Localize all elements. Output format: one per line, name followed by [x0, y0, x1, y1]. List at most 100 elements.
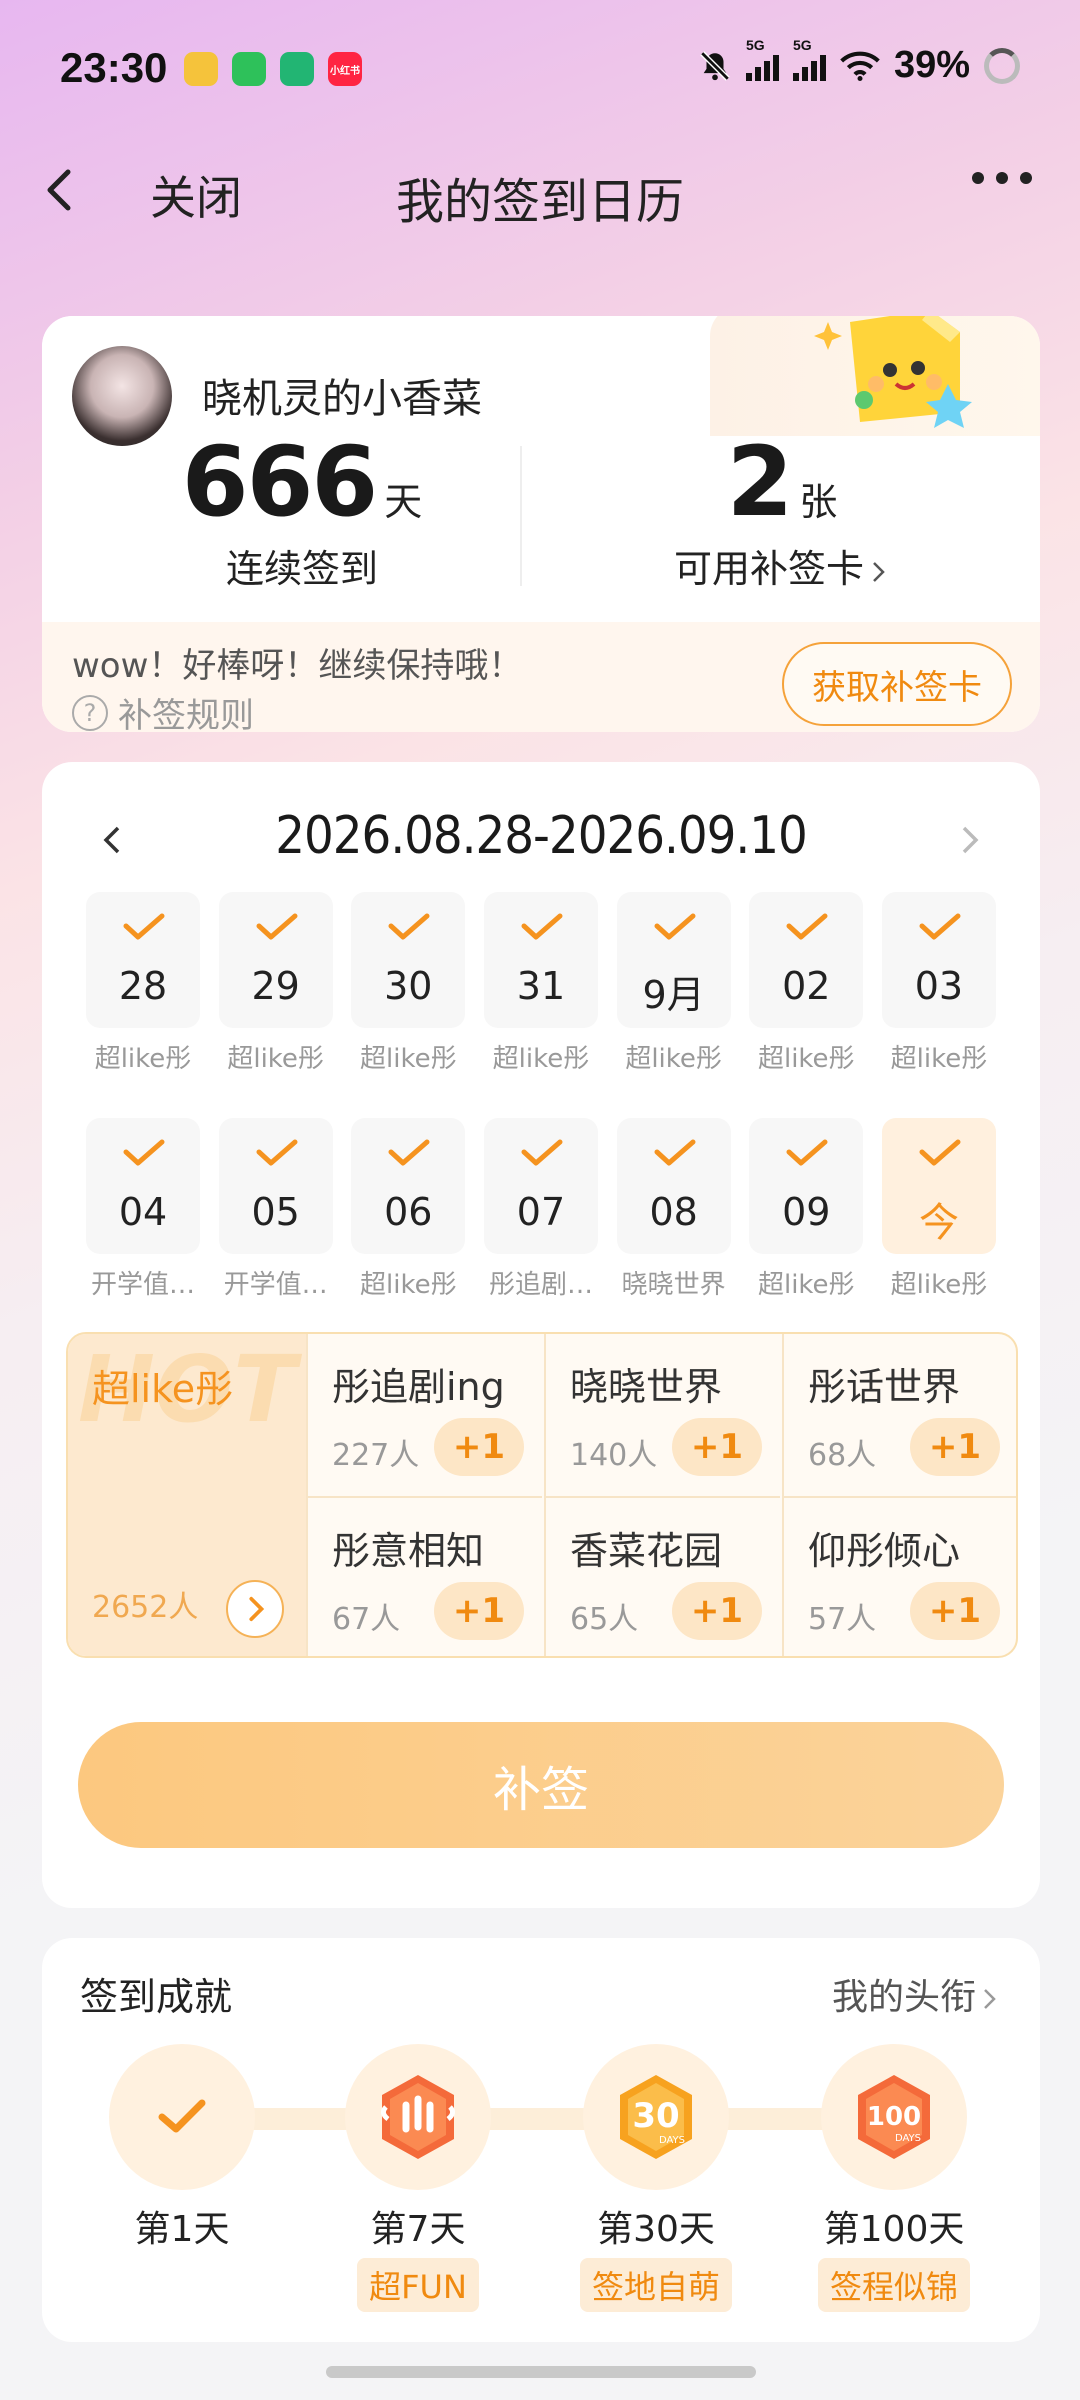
achievement-title-tag: 签地自萌: [579, 2258, 732, 2312]
check-icon: [388, 913, 430, 940]
cards-unit: 张: [799, 480, 838, 524]
check-badge-icon: [158, 2099, 206, 2133]
camera-app-icon: [280, 52, 314, 86]
calendar-day[interactable]: 06 超like彤: [351, 1118, 466, 1301]
topic-count: 65人: [570, 1602, 639, 1637]
my-titles-link[interactable]: 我的头衔: [832, 1968, 1000, 2020]
day-number: 30: [384, 964, 433, 1008]
topic-cell[interactable]: 彤意相知 67人 +1: [306, 1496, 542, 1656]
achievement-item[interactable]: 100 DAYS 第100天签程似锦: [804, 2044, 984, 2312]
plus-one-button[interactable]: +1: [434, 1418, 524, 1476]
calendar-day[interactable]: 09 超like彤: [749, 1118, 864, 1301]
day-topic-label: 超like彤: [625, 1044, 722, 1074]
topic-cell[interactable]: 彤话世界 68人 +1: [782, 1334, 1016, 1496]
achievement-item[interactable]: 第7天 超FUN: [328, 2044, 508, 2312]
day-box: 04: [86, 1118, 200, 1254]
calendar-day[interactable]: 28 超like彤: [86, 892, 200, 1075]
cards-value: 2: [726, 426, 794, 538]
calendar-day[interactable]: 08 晓晓世界: [616, 1118, 731, 1301]
topic-count: 67人: [332, 1602, 401, 1637]
day-box: 9月: [616, 892, 731, 1028]
day-box: 28: [86, 892, 200, 1028]
topic-count: 227人: [332, 1438, 420, 1473]
makeup-rules-link[interactable]: ? 补签规则: [72, 688, 254, 732]
topic-name: 彤追剧ing: [332, 1365, 505, 1409]
badge-30-days-text: DAYS: [659, 2135, 685, 2146]
achievement-item[interactable]: 第1天: [92, 2044, 272, 2252]
calendar-day[interactable]: 29 超like彤: [218, 892, 333, 1075]
home-indicator[interactable]: [326, 2366, 756, 2378]
calendar-day[interactable]: 31 超like彤: [483, 892, 598, 1075]
more-options-icon[interactable]: [972, 172, 1032, 184]
check-icon: [919, 1139, 961, 1166]
calendar-day[interactable]: 07 彤追剧…: [483, 1118, 598, 1301]
calendar-day[interactable]: 9月超like彤: [616, 892, 731, 1075]
achievement-day: 第30天: [597, 2209, 715, 2250]
makeup-rules-label: 补签规则: [118, 696, 254, 732]
day-topic-label: 超like彤: [890, 1270, 988, 1300]
plus-one-button[interactable]: +1: [434, 1582, 524, 1640]
check-icon: [521, 913, 563, 940]
achievement-progress-line: [182, 2108, 902, 2130]
hot-topic-main[interactable]: HOT 超like彤 2652人: [68, 1334, 306, 1656]
streak-value: 666: [181, 426, 378, 538]
day-number: 02: [782, 964, 831, 1008]
day-box: 30: [351, 892, 466, 1028]
topic-panel: HOT 超like彤 2652人 彤追剧ing 227人 +1 晓晓世界 140人 +1 彤…: [66, 1332, 1018, 1658]
calendar-day[interactable]: 30 超like彤: [351, 892, 466, 1075]
wifi-icon: [840, 51, 880, 81]
calendar-day[interactable]: 今超like彤: [881, 1118, 996, 1301]
thirty-days-badge-icon: 30DAYS: [620, 2075, 692, 2159]
check-icon: [123, 913, 165, 940]
day-number: 05: [251, 1190, 300, 1234]
day-topic-label: 超like彤: [757, 1270, 855, 1300]
day-topic-label: 彤追剧…: [488, 1270, 593, 1300]
achievements-card: 签到成就 我的头衔 第1天 第7天 超FUN 30 DAYS 第30天 签地自萌 100 DAY…: [42, 1938, 1040, 2342]
weibo-icon: [184, 52, 218, 86]
chevron-right-icon[interactable]: [950, 820, 990, 860]
calendar-day[interactable]: 03 超like彤: [881, 892, 996, 1075]
get-makeup-card-button[interactable]: 获取补签卡: [782, 642, 1012, 726]
hot-topic-count: 2652人: [92, 1590, 199, 1625]
topic-cell[interactable]: 仰彤倾心 57人 +1: [782, 1496, 1016, 1656]
achievement-circle: 100 DAYS: [821, 2044, 967, 2190]
day-box: 03: [881, 892, 996, 1028]
topic-name: 晓晓世界: [570, 1365, 723, 1409]
check-icon: [256, 913, 298, 940]
plus-one-button[interactable]: +1: [672, 1418, 762, 1476]
status-app-icons: 小红书: [184, 52, 362, 86]
streak-label: 连续签到: [225, 547, 378, 591]
calendar-day[interactable]: 02 超like彤: [749, 892, 864, 1075]
arrow-right-circle-icon[interactable]: [226, 1580, 284, 1638]
day-box: 31: [483, 892, 598, 1028]
topic-cell[interactable]: 香菜花园 65人 +1: [544, 1496, 780, 1656]
check-icon: [388, 1139, 430, 1166]
calendar-day[interactable]: 05 开学值…: [218, 1118, 333, 1301]
hot-topic-title: 超like彤: [92, 1367, 234, 1411]
plus-one-button[interactable]: +1: [910, 1582, 1000, 1640]
username: 晓机灵的小香菜: [202, 376, 482, 422]
page-title: 我的签到日历: [395, 174, 684, 230]
chevron-right-icon: [873, 561, 885, 582]
day-number: 07: [516, 1190, 566, 1234]
day-topic-label: 开学值…: [223, 1270, 328, 1300]
achievement-day: 第100天: [823, 2209, 965, 2250]
nav-bar: 关闭 我的签到日历: [0, 150, 1080, 230]
achievement-title-tag: 签程似锦: [817, 2258, 970, 2312]
topic-cell[interactable]: 彤追剧ing 227人 +1: [306, 1334, 542, 1496]
cards-label[interactable]: 可用补签卡: [562, 538, 1002, 593]
achievement-item[interactable]: 30 DAYS 第30天签地自萌: [566, 2044, 746, 2312]
calendar-day[interactable]: 04 开学值…: [86, 1118, 200, 1301]
calendar-week-2: 04 开学值… 05 开学值… 06 超like彤 07 彤追剧… 08 晓晓世界 09 超like彤…: [86, 1118, 996, 1301]
topic-cell[interactable]: 晓晓世界 140人 +1: [544, 1334, 780, 1496]
day-topic-label: 超like彤: [360, 1044, 457, 1074]
stat-divider: [520, 446, 522, 586]
makeup-signin-button[interactable]: 补签: [78, 1722, 1004, 1848]
hundred-days-badge-icon: 100DAYS: [858, 2075, 930, 2159]
plus-one-button[interactable]: +1: [910, 1418, 1000, 1476]
topic-name: 彤意相知: [332, 1529, 485, 1573]
plus-one-button[interactable]: +1: [672, 1582, 762, 1640]
day-topic-label: 开学值…: [90, 1270, 195, 1300]
signal-1-icon: 5G: [745, 37, 779, 81]
makeup-card-stat[interactable]: 2张 可用补签卡: [562, 426, 1002, 593]
